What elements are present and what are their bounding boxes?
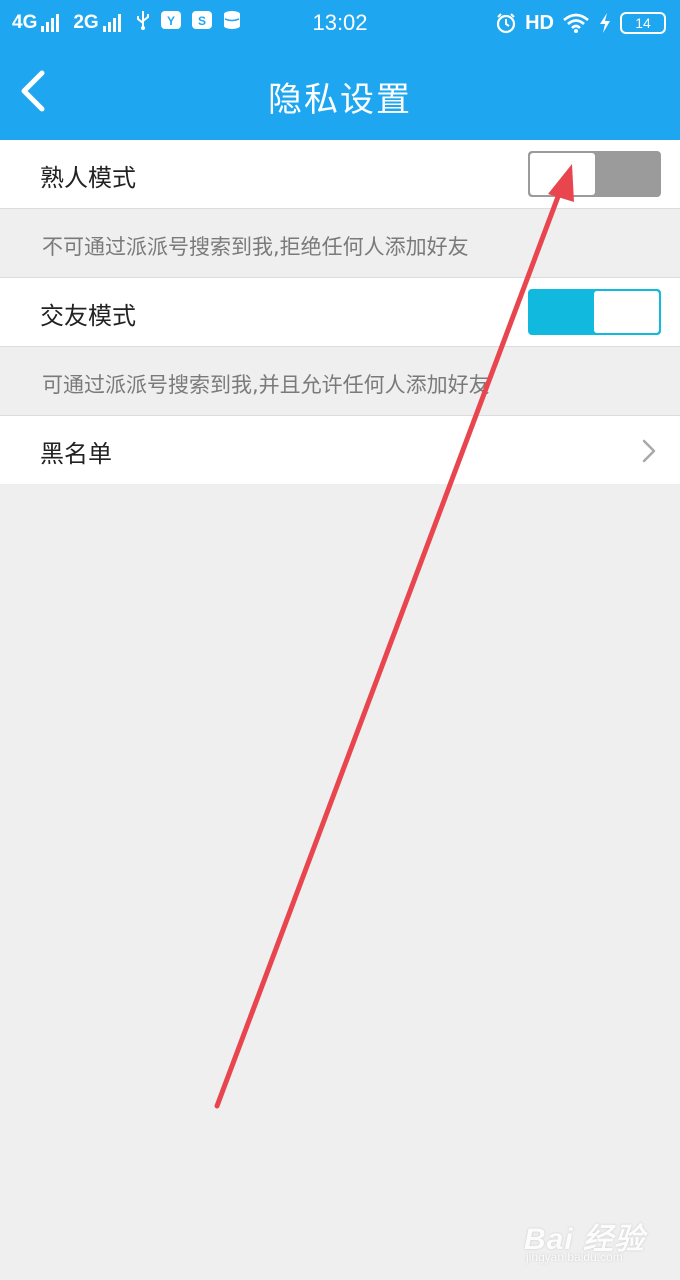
chevron-right-icon	[642, 439, 656, 463]
nav-bar: 隐私设置	[0, 46, 680, 140]
baidu-jingyan-watermark: Bai 经验 jingyan.baidu.com	[524, 1210, 674, 1274]
friend-mode-hint-text: 可通过派派号搜索到我,并且允许任何人添加好友	[42, 373, 490, 397]
watermark-url: jingyan.baidu.com	[526, 1250, 623, 1264]
alarm-icon	[495, 12, 517, 34]
friend-mode-label: 交友模式	[40, 302, 136, 330]
toggle-knob	[594, 291, 659, 333]
friend-mode-hint: 可通过派派号搜索到我,并且允许任何人添加好友	[0, 347, 680, 417]
acquaintance-mode-label: 熟人模式	[40, 164, 136, 192]
status-right: HD 14	[487, 9, 666, 37]
setting-row-acquaintance-mode: 熟人模式	[0, 140, 680, 208]
hd-label: HD	[525, 11, 554, 34]
blacklist-label: 黑名单	[40, 440, 112, 468]
wifi-icon	[562, 12, 590, 34]
acquaintance-mode-hint-text: 不可通过派派号搜索到我,拒绝任何人添加好友	[42, 235, 469, 259]
setting-row-friend-mode: 交友模式	[0, 278, 680, 346]
acquaintance-mode-toggle[interactable]	[528, 151, 661, 197]
toggle-knob	[530, 153, 595, 195]
page-title: 隐私设置	[268, 80, 412, 120]
battery-level: 14	[635, 15, 651, 31]
acquaintance-mode-hint: 不可通过派派号搜索到我,拒绝任何人添加好友	[0, 209, 680, 279]
friend-mode-toggle[interactable]	[528, 289, 661, 335]
status-bar: 4G 2G Y S 13:02 HD 14	[0, 0, 680, 46]
charging-icon	[598, 12, 612, 34]
blacklist-row[interactable]: 黑名单	[0, 416, 680, 484]
battery-icon: 14	[620, 12, 666, 34]
